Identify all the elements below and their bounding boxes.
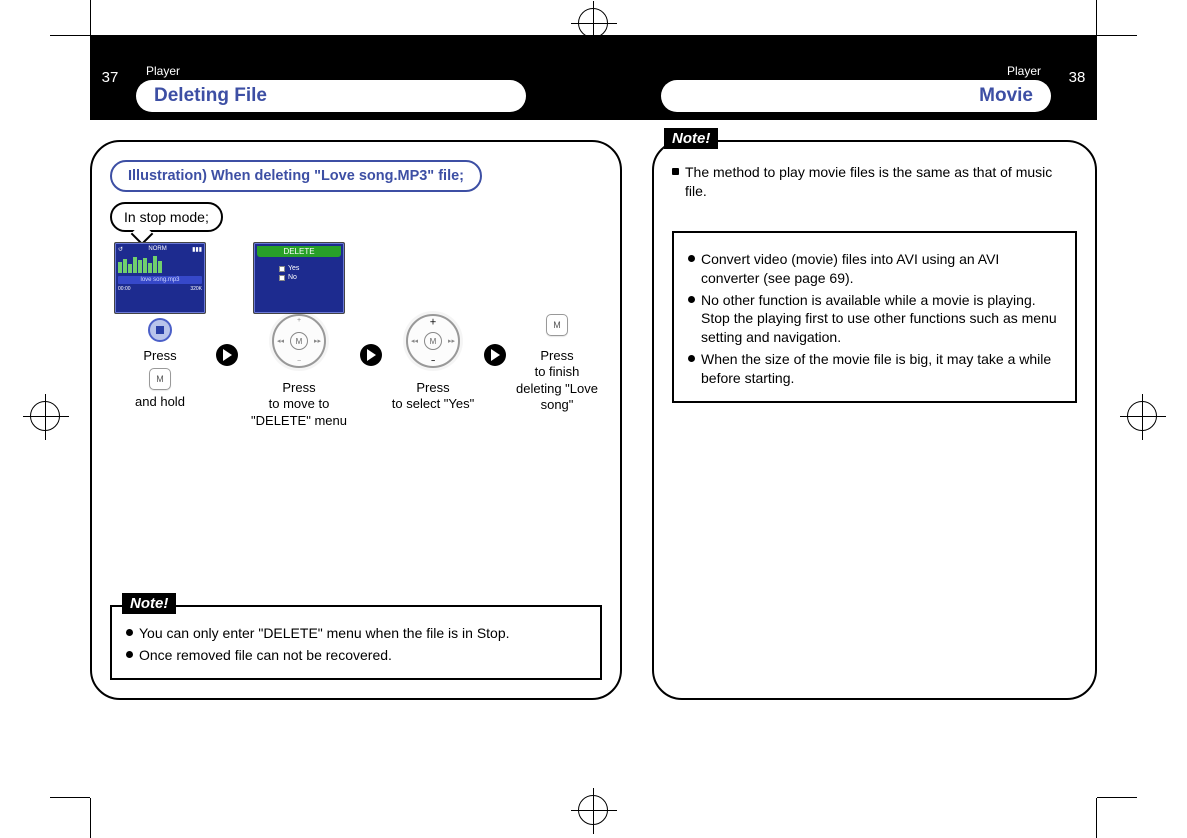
step-select-yes: ＋−◂◂▸▸ M Press to select "Yes" [388, 242, 478, 413]
arrow-right-icon [216, 344, 238, 366]
panel-movie: The method to play movie files is the sa… [652, 140, 1097, 700]
crop-mark [90, 0, 91, 35]
note-list: You can only enter "DELETE" menu when th… [126, 624, 586, 665]
crop-mark [1096, 798, 1097, 838]
song-title: love song.mp3 [118, 276, 202, 284]
note-item: No other function is available while a m… [688, 291, 1061, 348]
press-label: Press [282, 380, 315, 395]
control-pad-icon: ＋−◂◂▸▸ M [406, 314, 460, 368]
stop-mode-bubble: In stop mode; [110, 202, 223, 232]
registration-mark-icon [578, 8, 608, 38]
note-text: Once removed file can not be recovered. [139, 646, 392, 665]
page-spread: 37 Player Deleting File Player Movie 38 … [90, 35, 1097, 798]
stop-icon [148, 318, 172, 342]
sheet: 37 Player Deleting File Player Movie 38 … [0, 0, 1187, 833]
bitrate-label: 320K [190, 286, 202, 292]
arrow-right-icon [360, 344, 382, 366]
battery-icon: ▮▮▮ [192, 246, 202, 253]
intro-list: The method to play movie files is the sa… [672, 163, 1077, 201]
no-label: No [288, 274, 297, 281]
step-desc: to finish deleting "Love song" [516, 364, 598, 412]
header-bar: 37 Player Deleting File Player Movie 38 [90, 35, 1097, 120]
note-tag: Note! [122, 593, 176, 614]
page-number-left: 37 [90, 69, 130, 86]
hold-label: and hold [135, 394, 185, 409]
press-label: Press [143, 348, 176, 363]
step-desc: to move to "DELETE" menu [251, 396, 347, 427]
note-item: Convert video (movie) files into AVI usi… [688, 250, 1061, 288]
registration-mark-icon [1127, 401, 1157, 431]
note-text: No other function is available while a m… [701, 291, 1061, 348]
time-elapsed: 00:00 [118, 286, 131, 292]
note-item: When the size of the movie file is big, … [688, 350, 1061, 388]
page-title-left: Deleting File [136, 80, 526, 112]
crop-mark [1096, 0, 1097, 35]
option-no: No [279, 274, 319, 281]
category-label: Player [991, 64, 1057, 78]
step-desc: to select "Yes" [392, 396, 474, 411]
device-screen-player: ↺ NORM ▮▮▮ love song.mp3 00:00 320K [114, 242, 206, 314]
page-number-right: 38 [1057, 69, 1097, 86]
registration-mark-icon [578, 795, 608, 825]
device-screen-delete-menu: DELETE Yes No [253, 242, 345, 314]
intro-item: The method to play movie files is the sa… [672, 163, 1077, 201]
header-right: Player Movie [594, 35, 1058, 120]
note-box: Note! Convert video (movie) files into A… [672, 231, 1077, 403]
m-button-icon: M [546, 314, 568, 336]
panel-deleting-file: Illustration) When deleting "Love song.M… [90, 140, 622, 700]
step-caption: Press to finish deleting "Love song" [512, 348, 602, 413]
m-button-icon: M [149, 368, 171, 390]
crop-mark [1097, 797, 1137, 798]
note-tag: Note! [664, 128, 718, 149]
control-pad-icon: +−◂◂▸▸ M [272, 314, 326, 368]
step-caption: Press to select "Yes" [392, 380, 474, 413]
step-sequence: ↺ NORM ▮▮▮ love song.mp3 00:00 320K [110, 242, 602, 429]
arrow-right-icon [484, 344, 506, 366]
registration-mark-icon [30, 401, 60, 431]
eq-label: NORM [148, 246, 166, 253]
delete-header: DELETE [257, 246, 341, 257]
crop-mark [90, 798, 91, 838]
category-label: Player [130, 64, 594, 78]
equalizer-icon [118, 255, 202, 273]
pad-center-m: M [290, 332, 308, 350]
note-text: You can only enter "DELETE" menu when th… [139, 624, 510, 643]
step-press-hold: ↺ NORM ▮▮▮ love song.mp3 00:00 320K [110, 242, 210, 411]
page-title-right: Movie [661, 80, 1051, 112]
intro-text: The method to play movie files is the sa… [685, 163, 1077, 201]
note-text: When the size of the movie file is big, … [701, 350, 1061, 388]
yes-label: Yes [288, 265, 299, 272]
press-label: Press [416, 380, 449, 395]
note-item: You can only enter "DELETE" menu when th… [126, 624, 586, 643]
crop-mark [50, 797, 90, 798]
illustration-label: Illustration) When deleting "Love song.M… [110, 160, 482, 192]
option-yes: Yes [279, 265, 319, 272]
crop-mark [1097, 35, 1137, 36]
press-label: Press [540, 348, 573, 363]
step-caption: Press to move to "DELETE" menu [244, 380, 354, 429]
content-row: Illustration) When deleting "Love song.M… [90, 120, 1097, 700]
crop-mark [50, 35, 90, 36]
note-text: Convert video (movie) files into AVI usi… [701, 250, 1061, 288]
note-item: Once removed file can not be recovered. [126, 646, 586, 665]
step-finish: M Press to finish deleting "Love song" [512, 242, 602, 413]
step-move-to-delete: DELETE Yes No +−◂◂▸▸ M Press t [244, 242, 354, 429]
step-caption: Press M and hold [135, 348, 185, 411]
note-list: Convert video (movie) files into AVI usi… [688, 250, 1061, 388]
repeat-icon: ↺ [118, 246, 123, 253]
pad-center-m: M [424, 332, 442, 350]
note-box: Note! You can only enter "DELETE" menu w… [110, 605, 602, 680]
header-left: Player Deleting File [130, 35, 594, 120]
